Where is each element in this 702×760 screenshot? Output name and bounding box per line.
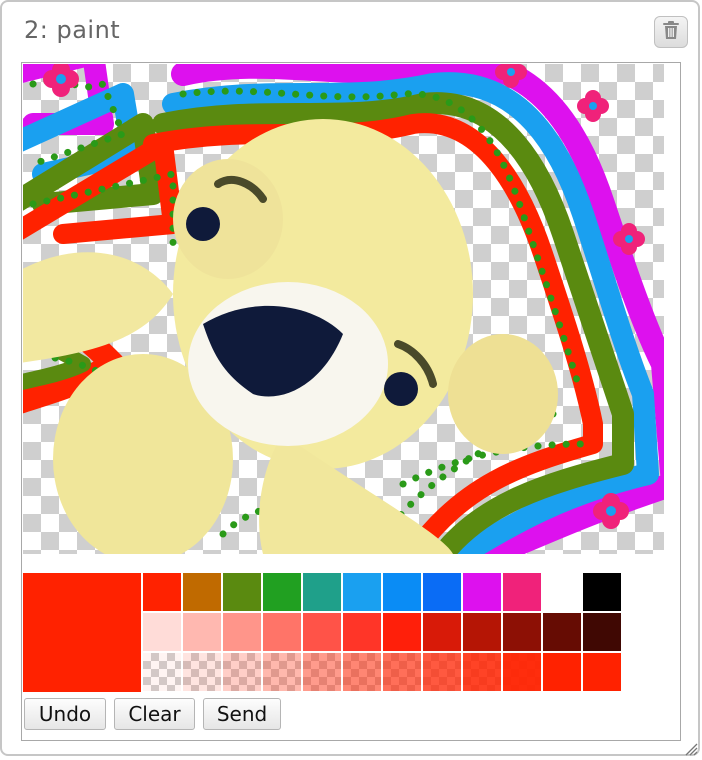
color-swatch[interactable] [463, 573, 501, 611]
color-swatch[interactable] [543, 613, 581, 651]
color-swatch[interactable] [383, 573, 421, 611]
color-swatch[interactable] [263, 573, 301, 611]
color-swatch[interactable] [143, 613, 181, 651]
clear-button[interactable]: Clear [114, 698, 195, 730]
swatch-fill [463, 653, 501, 691]
swatch-fill [383, 653, 421, 691]
color-swatch[interactable] [143, 653, 181, 691]
swatch-fill [503, 653, 541, 691]
swatch-fill [263, 653, 301, 691]
color-swatch[interactable] [263, 653, 301, 691]
color-swatch[interactable] [543, 573, 581, 611]
color-swatch[interactable] [183, 613, 221, 651]
color-swatch[interactable] [343, 613, 381, 651]
color-swatch[interactable] [223, 573, 261, 611]
color-swatch[interactable] [183, 653, 221, 691]
color-palette [23, 573, 623, 693]
undo-button[interactable]: Undo [24, 698, 106, 730]
current-color [23, 573, 141, 692]
color-swatch[interactable] [383, 653, 421, 691]
color-swatch[interactable] [303, 653, 341, 691]
color-swatch[interactable] [463, 653, 501, 691]
send-button[interactable]: Send [203, 698, 281, 730]
color-swatch[interactable] [343, 573, 381, 611]
color-swatch[interactable] [383, 613, 421, 651]
color-swatch[interactable] [343, 653, 381, 691]
swatch-fill [303, 653, 341, 691]
swatch-fill [143, 653, 181, 691]
resize-grip-icon[interactable] [682, 740, 698, 756]
drawing-canvas[interactable] [23, 64, 664, 554]
color-swatch[interactable] [303, 613, 341, 651]
swatch-fill [543, 653, 581, 691]
delete-button[interactable] [654, 16, 688, 48]
color-swatch[interactable] [583, 613, 621, 651]
trash-icon [662, 20, 680, 44]
color-swatch[interactable] [423, 573, 461, 611]
color-swatch[interactable] [583, 573, 621, 611]
panel-title: 2: paint [24, 16, 121, 44]
color-swatch[interactable] [263, 613, 301, 651]
color-swatch[interactable] [503, 573, 541, 611]
swatch-fill [223, 653, 261, 691]
color-swatch[interactable] [503, 613, 541, 651]
color-swatch[interactable] [183, 573, 221, 611]
swatch-fill [423, 653, 461, 691]
color-swatch[interactable] [423, 613, 461, 651]
color-swatch[interactable] [303, 573, 341, 611]
color-swatch[interactable] [223, 613, 261, 651]
color-swatch[interactable] [423, 653, 461, 691]
color-swatch[interactable] [503, 653, 541, 691]
canvas-drawing [23, 64, 664, 554]
swatch-fill [343, 653, 381, 691]
swatch-fill [183, 653, 221, 691]
color-swatch[interactable] [223, 653, 261, 691]
color-swatch[interactable] [143, 573, 181, 611]
color-swatch[interactable] [583, 653, 621, 691]
color-swatch[interactable] [543, 653, 581, 691]
color-swatch[interactable] [463, 613, 501, 651]
swatch-fill [583, 653, 621, 691]
